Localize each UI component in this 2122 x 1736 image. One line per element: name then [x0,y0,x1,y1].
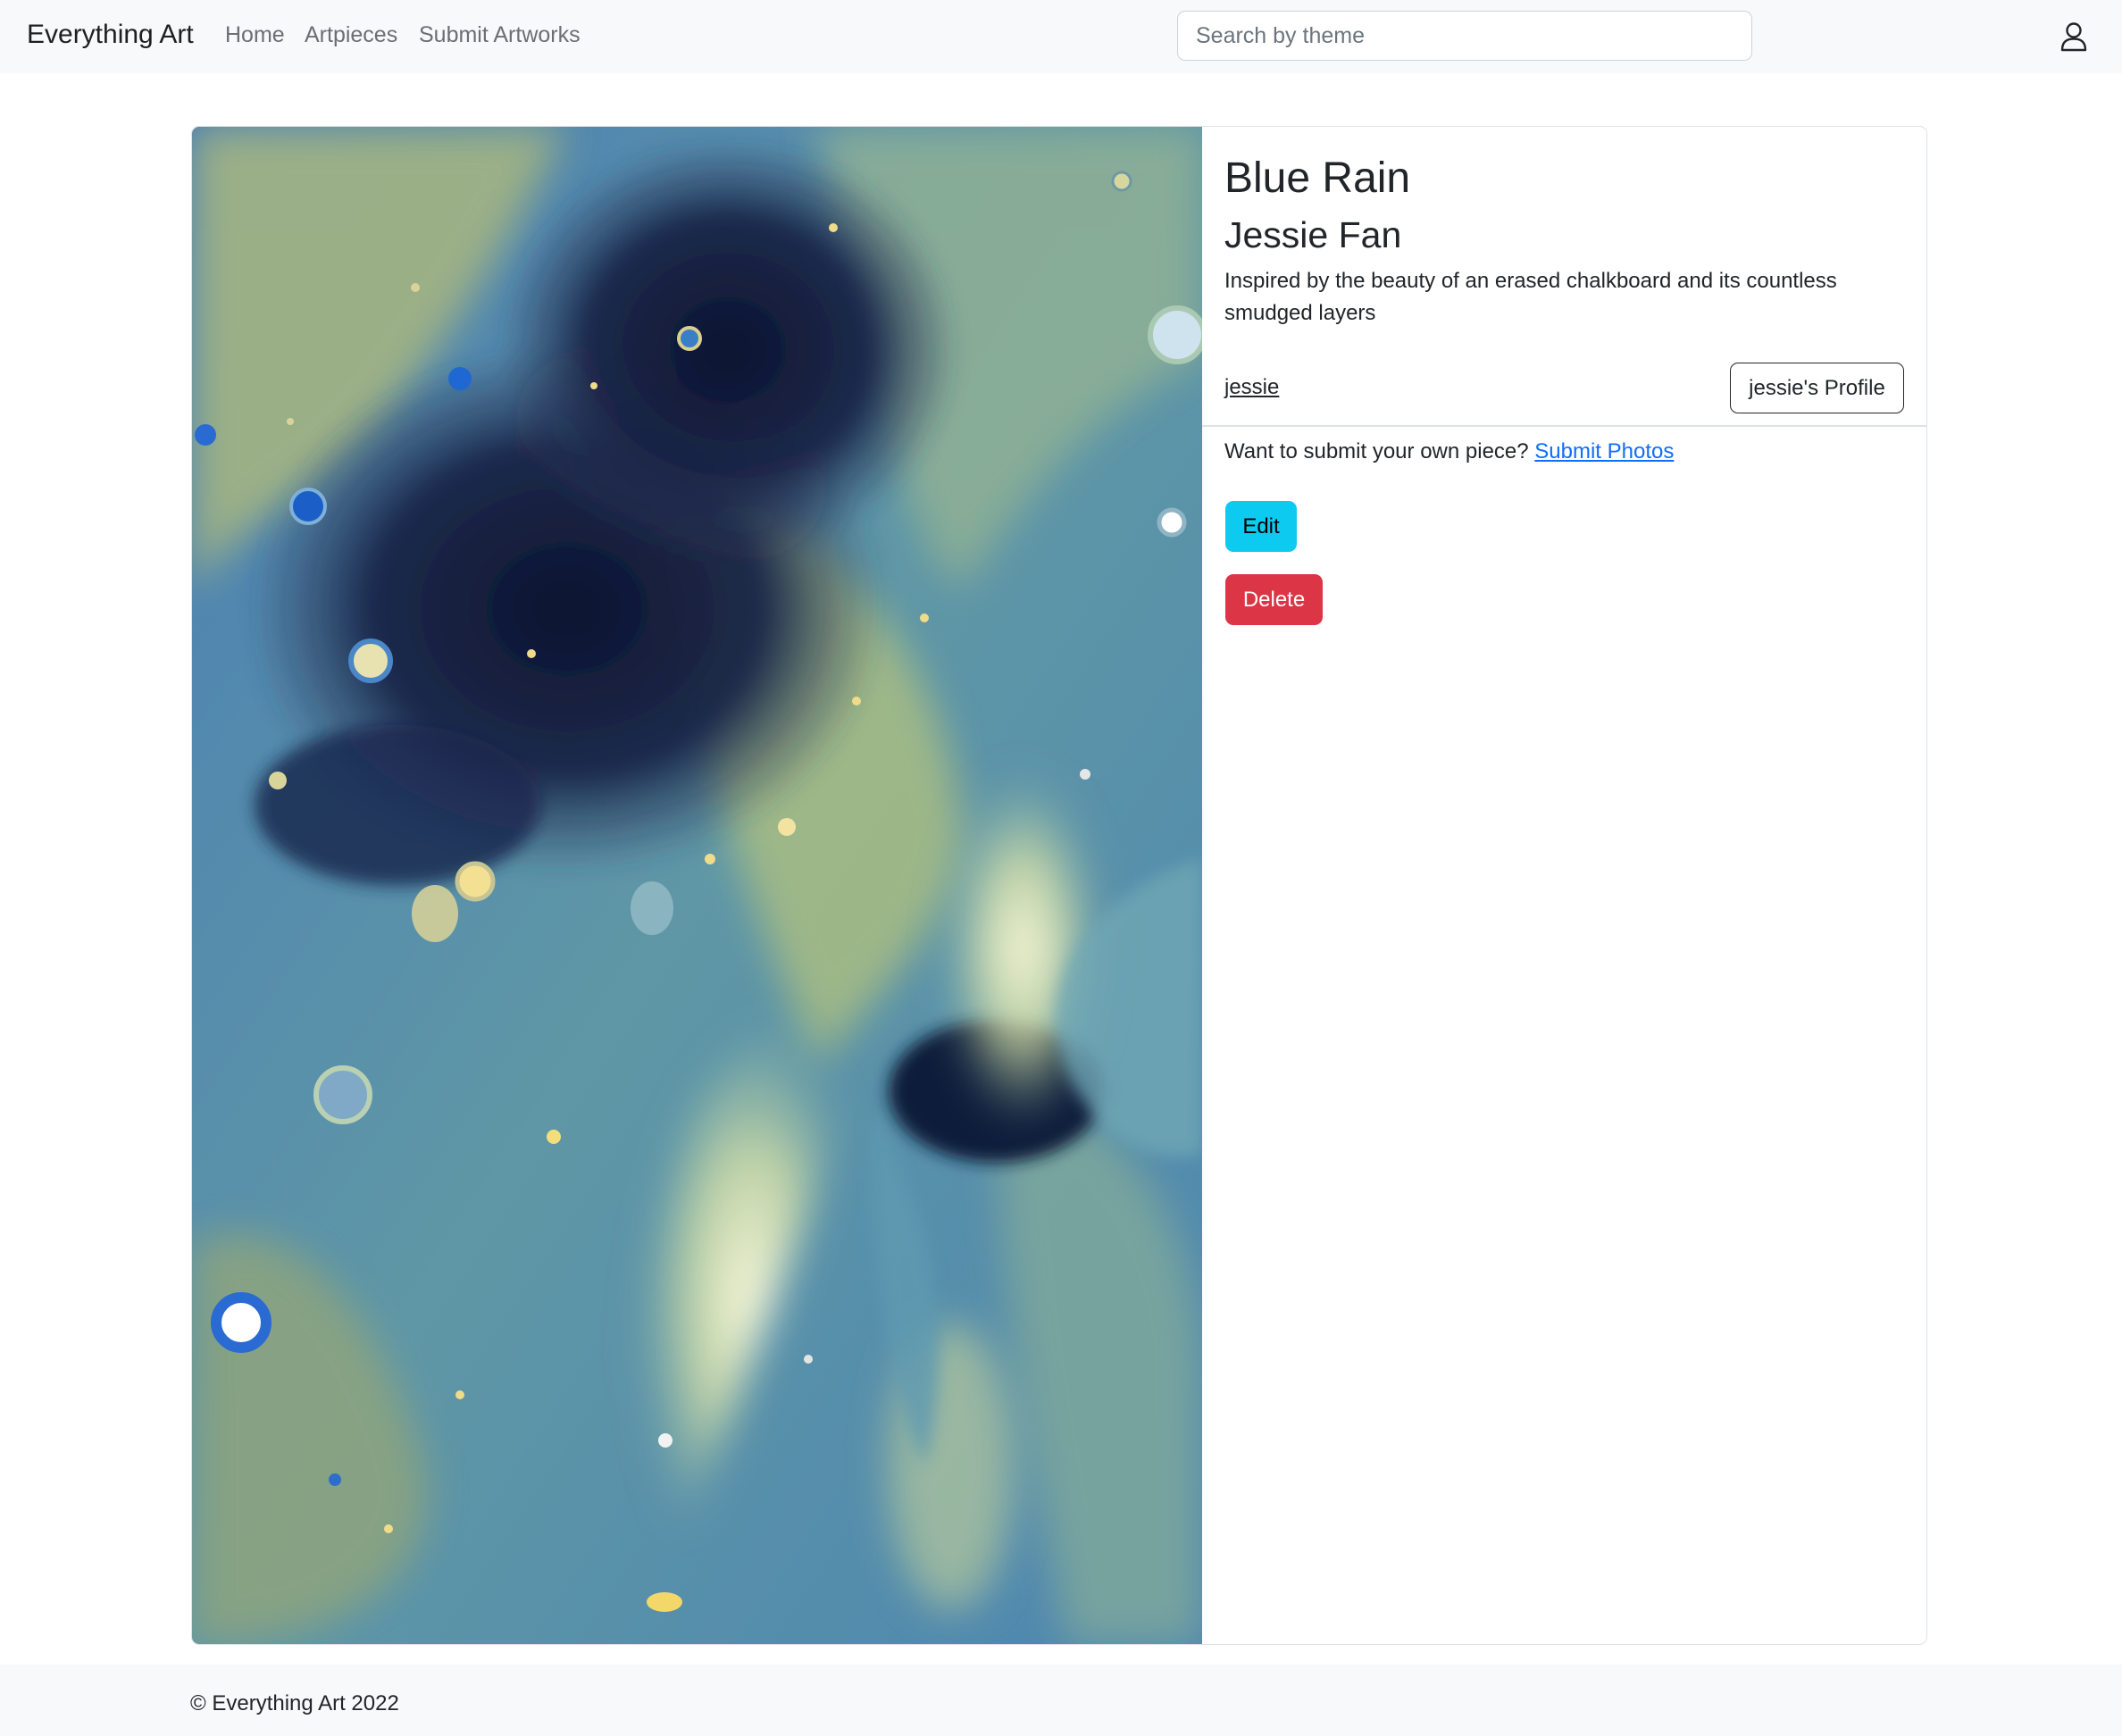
card-divider [1202,425,1926,427]
nav-artpieces-link[interactable]: Artpieces [305,22,397,48]
submit-prompt-text: Want to submit your own piece? [1224,439,1535,463]
submit-photos-link[interactable]: Submit Photos [1534,439,1674,463]
nav-submit-artworks-link[interactable]: Submit Artworks [419,22,581,48]
artwork-description: Inspired by the beauty of an erased chal… [1224,269,1837,325]
artist-name: Jessie Fan [1224,214,1402,255]
person-icon[interactable] [2059,21,2088,52]
copyright-text: © Everything Art 2022 [190,1691,399,1715]
artwork-card: Blue Rain Jessie Fan Inspired by the bea… [191,126,1927,1645]
profile-button[interactable]: jessie's Profile [1730,363,1904,413]
search-input[interactable] [1177,11,1752,61]
navbar-brand[interactable]: Everything Art [27,20,194,50]
delete-button[interactable]: Delete [1225,574,1323,625]
nav-home-link[interactable]: Home [225,22,285,48]
artwork-title: Blue Rain [1224,154,1411,202]
submit-prompt: Want to submit your own piece? Submit Ph… [1224,439,1674,464]
edit-button[interactable]: Edit [1225,501,1297,552]
artwork-image [192,127,1202,1644]
page-footer: © Everything Art 2022 [0,1665,2122,1736]
top-navbar: Everything Art Home Artpieces Submit Art… [0,0,2122,73]
username-link[interactable]: jessie [1224,375,1279,400]
